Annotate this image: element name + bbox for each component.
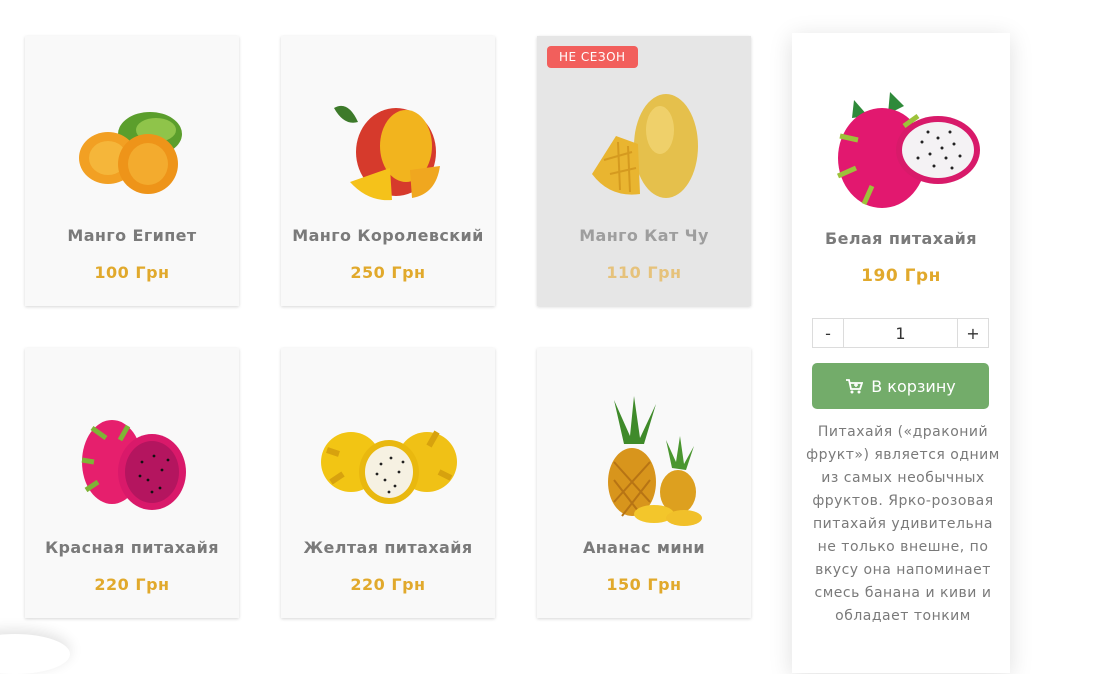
product-price: 190 Грн [861, 266, 941, 286]
off-season-badge: НЕ СЕЗОН [547, 46, 638, 68]
product-name: Ананас мини [582, 538, 706, 557]
quantity-decrement-button[interactable]: - [812, 318, 844, 348]
product-card-red-pitahaya[interactable]: Красная питахайя 220 Грн [25, 348, 239, 618]
product-price: 250 Грн [350, 263, 426, 282]
product-name: Манго Кат Чу [579, 226, 709, 245]
add-to-cart-label: В корзину [871, 376, 956, 396]
product-price: 100 Грн [94, 263, 170, 282]
product-name: Манго Королевский [292, 226, 484, 245]
product-card-mango-royal[interactable]: Манго Королевский 250 Грн [281, 36, 495, 306]
product-name: Желтая питахайя [303, 538, 473, 557]
product-card-yellow-pitahaya[interactable]: Желтая питахайя 220 Грн [281, 348, 495, 618]
product-name: Красная питахайя [45, 538, 219, 557]
corner-widget-shadow [0, 634, 70, 674]
product-card-white-pitahaya-expanded[interactable]: Белая питахайя 190 Грн - 1 + В корзину П… [792, 33, 1010, 673]
product-price: 150 Грн [606, 575, 682, 594]
product-description: Питахайя («драконий фрукт») является одн… [806, 424, 1000, 624]
quantity-increment-button[interactable]: + [957, 318, 989, 348]
mango-kat-chu-image [592, 94, 698, 198]
mango-royal-image [334, 105, 440, 201]
red-pitahaya-image [81, 420, 186, 510]
quantity-stepper: - 1 + [812, 318, 989, 348]
product-price: 110 Грн [606, 263, 682, 282]
product-card-mini-pineapple[interactable]: Ананас мини 150 Грн [537, 348, 751, 618]
cart-icon [846, 379, 864, 394]
mango-egypt-image [79, 112, 182, 194]
product-name: Манго Египет [67, 226, 197, 245]
yellow-pitahaya-image [321, 430, 457, 504]
quantity-input[interactable]: 1 [844, 318, 957, 348]
add-to-cart-button[interactable]: В корзину [812, 363, 989, 409]
product-card-mango-egypt[interactable]: Манго Египет 100 Грн [25, 36, 239, 306]
product-card-mango-kat-chu[interactable]: НЕ СЕЗОН Манго Кат Чу 110 Грн [537, 36, 751, 306]
mini-pineapple-image [608, 396, 702, 526]
product-name: Белая питахайя [825, 229, 977, 248]
product-price: 220 Грн [94, 575, 170, 594]
white-pitahaya-image [836, 92, 980, 208]
product-price: 220 Грн [350, 575, 426, 594]
